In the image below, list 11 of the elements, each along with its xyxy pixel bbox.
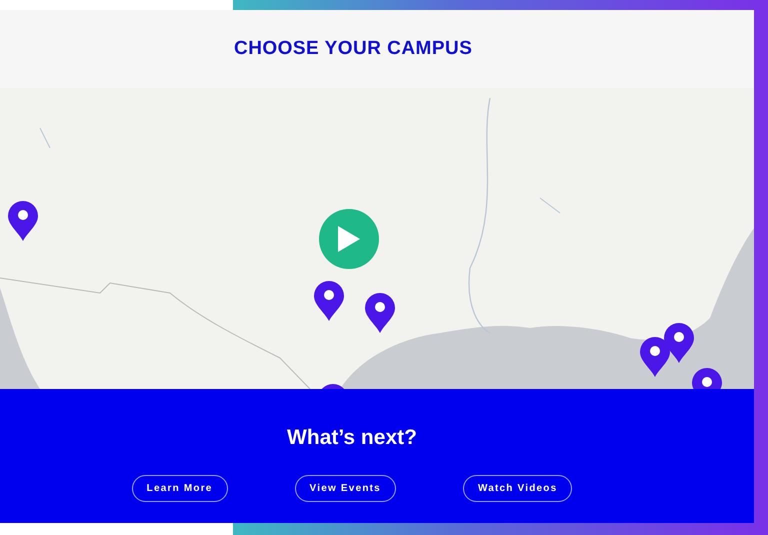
map-pin-icon[interactable] xyxy=(314,281,344,321)
map-pin-icon[interactable] xyxy=(664,323,694,363)
play-icon xyxy=(338,226,360,252)
map-pin-icon[interactable] xyxy=(365,293,395,333)
map-pin-icon[interactable] xyxy=(640,337,670,377)
section-heading: What’s next? xyxy=(287,425,417,451)
outline-button[interactable]: Learn More xyxy=(132,474,228,502)
page-title: CHOOSE YOUR CAMPUS xyxy=(234,36,472,61)
outline-button[interactable]: Watch Videos xyxy=(462,474,572,502)
outline-button[interactable]: View Events xyxy=(294,474,396,502)
map-pin-icon[interactable] xyxy=(8,201,38,241)
